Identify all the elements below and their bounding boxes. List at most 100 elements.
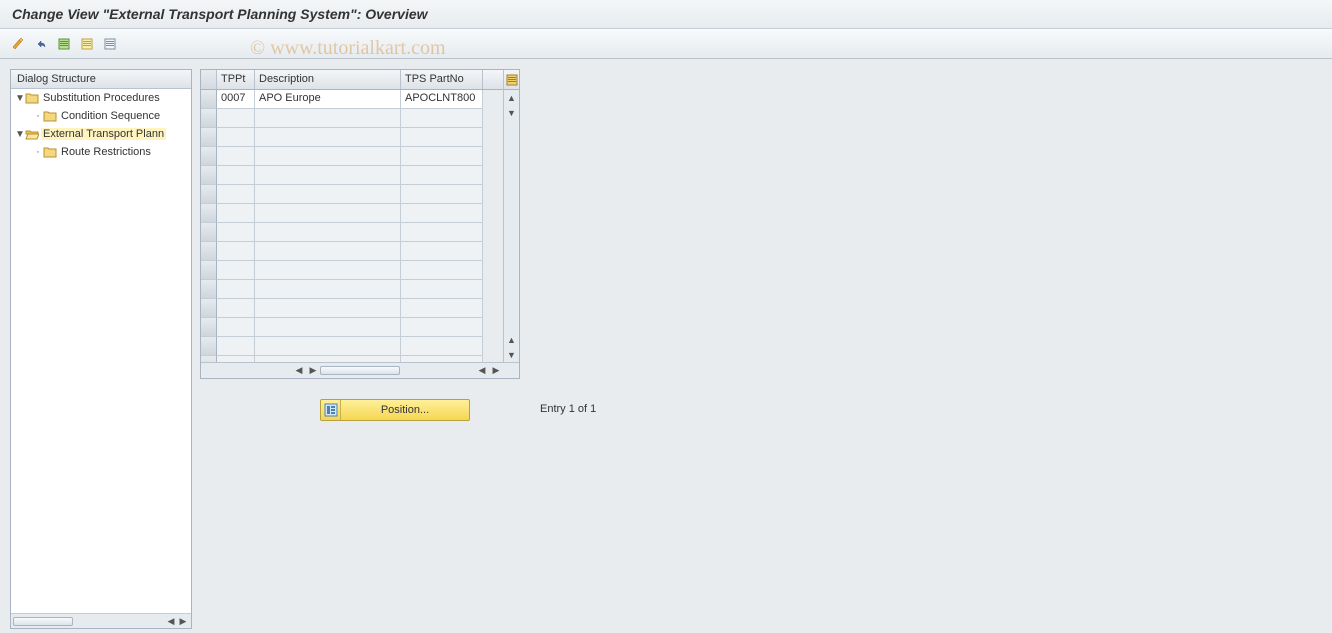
column-header-tppt[interactable]: TPPt (217, 70, 255, 89)
cell-empty[interactable] (217, 166, 255, 185)
toggle-change-icon[interactable] (8, 34, 28, 54)
table-row-empty[interactable] (201, 337, 503, 356)
cell-empty[interactable] (217, 318, 255, 337)
scroll-right-icon[interactable]: ▶ (306, 365, 320, 376)
table-vscrollbar[interactable]: ▲ ▼ ▲ ▼ (503, 70, 519, 362)
column-header-tps-partno[interactable]: TPS PartNo (401, 70, 483, 89)
row-selector[interactable] (201, 337, 217, 356)
cell-empty[interactable] (217, 223, 255, 242)
cell-empty[interactable] (401, 299, 483, 318)
row-selector[interactable] (201, 147, 217, 166)
tree-item-external-transport-plann[interactable]: ▼ External Transport Plann (11, 125, 191, 143)
scroll-left-icon[interactable]: ◀ (165, 616, 177, 627)
deselect-all-icon[interactable] (100, 34, 120, 54)
table-row-empty[interactable] (201, 299, 503, 318)
table-row-empty[interactable] (201, 166, 503, 185)
cell-empty[interactable] (255, 261, 401, 280)
row-selector[interactable] (201, 128, 217, 147)
cell-empty[interactable] (401, 280, 483, 299)
cell-empty[interactable] (217, 128, 255, 147)
cell-empty[interactable] (401, 147, 483, 166)
cell-empty[interactable] (255, 128, 401, 147)
column-header-description[interactable]: Description (255, 70, 401, 89)
row-selector[interactable] (201, 109, 217, 128)
cell-empty[interactable] (401, 337, 483, 356)
position-button[interactable]: Position... (320, 399, 470, 421)
scrollbar-thumb[interactable] (320, 366, 400, 375)
cell-empty[interactable] (401, 185, 483, 204)
cell-empty[interactable] (217, 204, 255, 223)
row-selector[interactable] (201, 185, 217, 204)
table-row-empty[interactable] (201, 242, 503, 261)
tree-item-condition-sequence[interactable]: · Condition Sequence (11, 107, 191, 125)
undo-icon[interactable] (31, 34, 51, 54)
row-selector[interactable] (201, 223, 217, 242)
tree-item-substitution-procedures[interactable]: ▼ Substitution Procedures (11, 89, 191, 107)
row-selector[interactable] (201, 261, 217, 280)
cell-empty[interactable] (255, 204, 401, 223)
cell-empty[interactable] (255, 166, 401, 185)
cell-empty[interactable] (217, 280, 255, 299)
cell-tppt[interactable]: 0007 (217, 90, 255, 109)
cell-empty[interactable] (401, 318, 483, 337)
tree-item-route-restrictions[interactable]: · Route Restrictions (11, 143, 191, 161)
cell-empty[interactable] (217, 261, 255, 280)
scrollbar-thumb[interactable] (13, 617, 73, 626)
table-row-empty[interactable] (201, 223, 503, 242)
row-selector[interactable] (201, 166, 217, 185)
table-row-empty[interactable] (201, 185, 503, 204)
cell-empty[interactable] (217, 109, 255, 128)
table-row-empty[interactable] (201, 280, 503, 299)
row-selector[interactable] (201, 204, 217, 223)
cell-empty[interactable] (255, 109, 401, 128)
sidebar-hscrollbar[interactable]: ◀ ▶ (11, 613, 191, 628)
cell-empty[interactable] (217, 147, 255, 166)
select-all-icon[interactable] (54, 34, 74, 54)
cell-empty[interactable] (401, 223, 483, 242)
scroll-right-icon[interactable]: ▶ (177, 616, 189, 627)
table-row-empty[interactable] (201, 204, 503, 223)
select-block-icon[interactable] (77, 34, 97, 54)
table-row-empty[interactable] (201, 261, 503, 280)
cell-empty[interactable] (217, 299, 255, 318)
cell-empty[interactable] (255, 318, 401, 337)
expand-toggle-icon[interactable]: ▼ (15, 129, 25, 140)
cell-empty[interactable] (217, 242, 255, 261)
cell-empty[interactable] (401, 128, 483, 147)
table-row-empty[interactable] (201, 128, 503, 147)
cell-empty[interactable] (217, 337, 255, 356)
scroll-up-icon[interactable]: ▲ (504, 90, 519, 105)
table-hscrollbar[interactable]: ◀ ▶ ◀ ▶ (201, 362, 519, 378)
scroll-up-icon[interactable]: ▲ (504, 332, 519, 347)
cell-empty[interactable] (401, 242, 483, 261)
cell-empty[interactable] (255, 280, 401, 299)
row-selector-header[interactable] (201, 70, 217, 89)
scroll-right-icon[interactable]: ▶ (489, 365, 503, 376)
cell-empty[interactable] (255, 147, 401, 166)
row-selector[interactable] (201, 318, 217, 337)
cell-empty[interactable] (401, 261, 483, 280)
scroll-down-icon[interactable]: ▼ (504, 105, 519, 120)
cell-empty[interactable] (217, 185, 255, 204)
table-settings-icon[interactable] (504, 70, 519, 90)
table-row-empty[interactable] (201, 109, 503, 128)
row-selector[interactable] (201, 280, 217, 299)
cell-empty[interactable] (255, 299, 401, 318)
cell-empty[interactable] (401, 166, 483, 185)
cell-empty[interactable] (401, 109, 483, 128)
cell-empty[interactable] (255, 337, 401, 356)
cell-empty[interactable] (255, 242, 401, 261)
row-selector[interactable] (201, 242, 217, 261)
cell-empty[interactable] (255, 223, 401, 242)
scroll-left-icon[interactable]: ◀ (475, 365, 489, 376)
table-row-empty[interactable] (201, 318, 503, 337)
cell-tps-partno[interactable]: APOCLNT800 (401, 90, 483, 109)
table-row[interactable]: 0007 APO Europe APOCLNT800 (201, 90, 503, 109)
expand-toggle-icon[interactable]: ▼ (15, 93, 25, 104)
scroll-down-icon[interactable]: ▼ (504, 347, 519, 362)
cell-empty[interactable] (401, 204, 483, 223)
cell-empty[interactable] (255, 185, 401, 204)
cell-description[interactable]: APO Europe (255, 90, 401, 109)
row-selector[interactable] (201, 299, 217, 318)
scroll-left-icon[interactable]: ◀ (292, 365, 306, 376)
